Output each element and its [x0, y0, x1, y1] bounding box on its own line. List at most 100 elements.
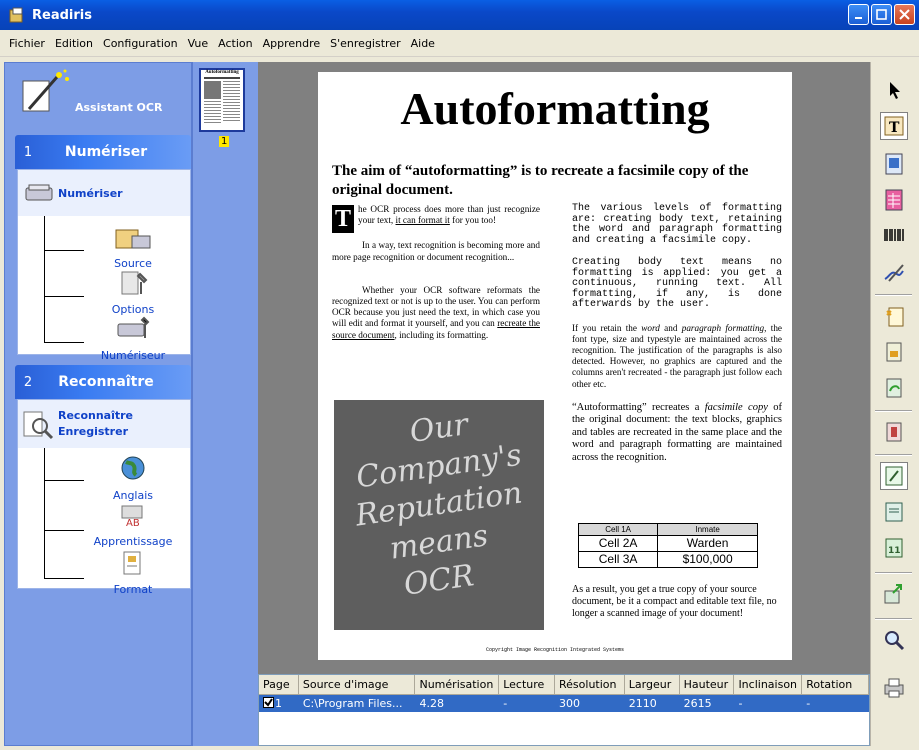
- document-view[interactable]: Autoformatting The aim of “autoformattin…: [258, 62, 870, 674]
- options-icon: [121, 271, 148, 295]
- numeriser-step-label: Numériser: [58, 187, 123, 200]
- menu-aide[interactable]: Aide: [406, 37, 440, 50]
- table-row[interactable]: 1 C:\Program Files... 4.28 - 300 2110 26…: [259, 695, 869, 712]
- row-hauteur-cell: 2615: [683, 697, 712, 710]
- right-toolbar: T 11: [870, 62, 915, 746]
- col2-paragraph-2: Creating body text means no formatting i…: [572, 257, 782, 310]
- column-header-resolution[interactable]: Résolution: [555, 675, 625, 694]
- column-header-numerisation[interactable]: Numérisation: [415, 675, 500, 694]
- merge-zones-button[interactable]: [880, 498, 908, 526]
- globe-icon: [121, 456, 145, 480]
- col2-paragraph-3: If you retain the word and paragraph for…: [572, 322, 782, 389]
- menu-vue[interactable]: Vue: [183, 37, 214, 50]
- format-item[interactable]: Format: [78, 548, 188, 596]
- column-header-rotation[interactable]: Rotation: [802, 675, 869, 694]
- col1-paragraph-3: Whether your OCR software reformats the …: [332, 284, 540, 340]
- order-zones-icon: [886, 378, 902, 398]
- table-zone-button[interactable]: [880, 186, 908, 214]
- menu-configuration[interactable]: Configuration: [98, 37, 183, 50]
- section-number: 1: [23, 144, 33, 160]
- move-zone-button[interactable]: [880, 580, 908, 608]
- pointer-tool-button[interactable]: [880, 76, 908, 104]
- document-table: Cell 1A Inmate Cell 2A Warden Cell 3A $100,…: [577, 523, 758, 568]
- col2-paragraph-4: “Autoformatting” recreates a facsimile c…: [572, 401, 783, 463]
- delete-zones-button[interactable]: [880, 418, 908, 446]
- section-reconnaitre-header[interactable]: 2 Reconnaître: [15, 365, 191, 399]
- row-numerisation-cell: 4.28: [419, 697, 444, 710]
- row-source-cell: C:\Program Files...: [302, 697, 403, 710]
- assistant-ocr-label: Assistant OCR: [75, 101, 163, 114]
- zoom-magnifier-icon: [885, 631, 905, 651]
- table-cell: Cell 3A: [577, 551, 659, 568]
- number-zones-button[interactable]: 11: [880, 534, 908, 562]
- close-button[interactable]: [894, 4, 915, 25]
- col1-paragraph-1: The OCR process does more than just reco…: [332, 204, 540, 233]
- zoom-button[interactable]: [880, 626, 908, 654]
- print-button[interactable]: [880, 674, 908, 702]
- add-zone-icon: [886, 307, 904, 327]
- barcode-zone-button[interactable]: [880, 222, 908, 250]
- apprentissage-label: Apprentissage: [93, 535, 173, 548]
- edit-zone-button[interactable]: [880, 462, 908, 490]
- menu-apprendre[interactable]: Apprendre: [258, 37, 326, 50]
- column-header-largeur[interactable]: Largeur: [625, 675, 680, 694]
- svg-text:AB: AB: [126, 518, 140, 529]
- thumbnail-title: Autoformatting: [205, 70, 239, 75]
- section-numeriser-header[interactable]: 1 Numériser: [15, 135, 191, 169]
- anglais-item[interactable]: Anglais: [78, 454, 188, 502]
- handwriting-zone-button[interactable]: [880, 258, 908, 286]
- section-title: Numériser: [64, 144, 148, 160]
- col1-paragraph-2: In a way, text recognition is becoming m…: [332, 240, 540, 262]
- numeriser-step[interactable]: Numériser: [18, 170, 190, 216]
- options-item[interactable]: Options: [78, 268, 188, 316]
- page-number-badge: 1: [219, 136, 230, 147]
- document-page: Autoformatting The aim of “autoformattin…: [318, 72, 792, 660]
- numeriseur-item[interactable]: Numériseur: [78, 314, 188, 362]
- column-header-inclinaison[interactable]: Inclinaison: [734, 675, 803, 694]
- text-zone-button[interactable]: T: [880, 112, 908, 140]
- menu-action[interactable]: Action: [213, 37, 257, 50]
- page-list[interactable]: Page Source d'image Numérisation Lecture…: [258, 674, 870, 746]
- column-header-page[interactable]: Page: [259, 675, 299, 694]
- minimize-button[interactable]: [848, 4, 869, 25]
- col2-paragraph-1: The various levels of formatting are: cr…: [572, 203, 782, 246]
- reconnaitre-enregistrer-step[interactable]: Reconnaître Enregistrer: [18, 400, 190, 448]
- reconnaitre-label: Reconnaître: [58, 409, 134, 422]
- company-reputation-image: Our Company's Reputation means OCR: [334, 400, 544, 630]
- thumbnail-panel: Autoformatting 1: [192, 62, 258, 746]
- col2-paragraph-5: As a result, you get a true copy of your…: [572, 584, 777, 619]
- list-header: Page Source d'image Numérisation Lecture…: [259, 675, 869, 695]
- handwriting-icon: [884, 264, 904, 282]
- number-zones-icon: 11: [885, 538, 903, 558]
- row-inclinaison-cell: -: [738, 697, 743, 710]
- document-title: Autoformatting: [400, 83, 710, 134]
- table-cell: Warden: [657, 535, 758, 552]
- title-bar: Readiris: [0, 0, 919, 30]
- assistant-ocr-header[interactable]: Assistant OCR: [13, 69, 183, 129]
- column-header-source[interactable]: Source d'image: [299, 675, 416, 694]
- row-page-cell: 1: [259, 695, 299, 712]
- scanner-icon: [25, 184, 53, 201]
- analyze-page-button[interactable]: [880, 338, 908, 366]
- menu-edition[interactable]: Edition: [50, 37, 98, 50]
- menu-fichier[interactable]: Fichier: [4, 37, 50, 50]
- svg-text:11: 11: [888, 546, 901, 556]
- order-zones-button[interactable]: [880, 374, 908, 402]
- section-title: Reconnaître: [58, 374, 154, 390]
- maximize-button[interactable]: [871, 4, 892, 25]
- page-checkbox[interactable]: [263, 697, 274, 708]
- column-header-hauteur[interactable]: Hauteur: [680, 675, 735, 694]
- add-zone-button[interactable]: [880, 302, 908, 330]
- column-header-lecture[interactable]: Lecture: [499, 675, 556, 694]
- row-largeur-cell: 2110: [628, 697, 657, 710]
- picture-zone-button[interactable]: [880, 150, 908, 178]
- text-zone-icon: T: [884, 116, 904, 136]
- page-thumbnail[interactable]: Autoformatting: [199, 68, 245, 132]
- apprentissage-item[interactable]: AB Apprentissage: [78, 500, 188, 548]
- menu-senregistrer[interactable]: S'enregistrer: [325, 37, 405, 50]
- source-item[interactable]: Source: [78, 222, 188, 270]
- source-folder-icon: [115, 229, 151, 249]
- svg-text:T: T: [889, 120, 900, 136]
- section-number: 2: [23, 374, 33, 390]
- row-rotation-cell: -: [806, 697, 811, 710]
